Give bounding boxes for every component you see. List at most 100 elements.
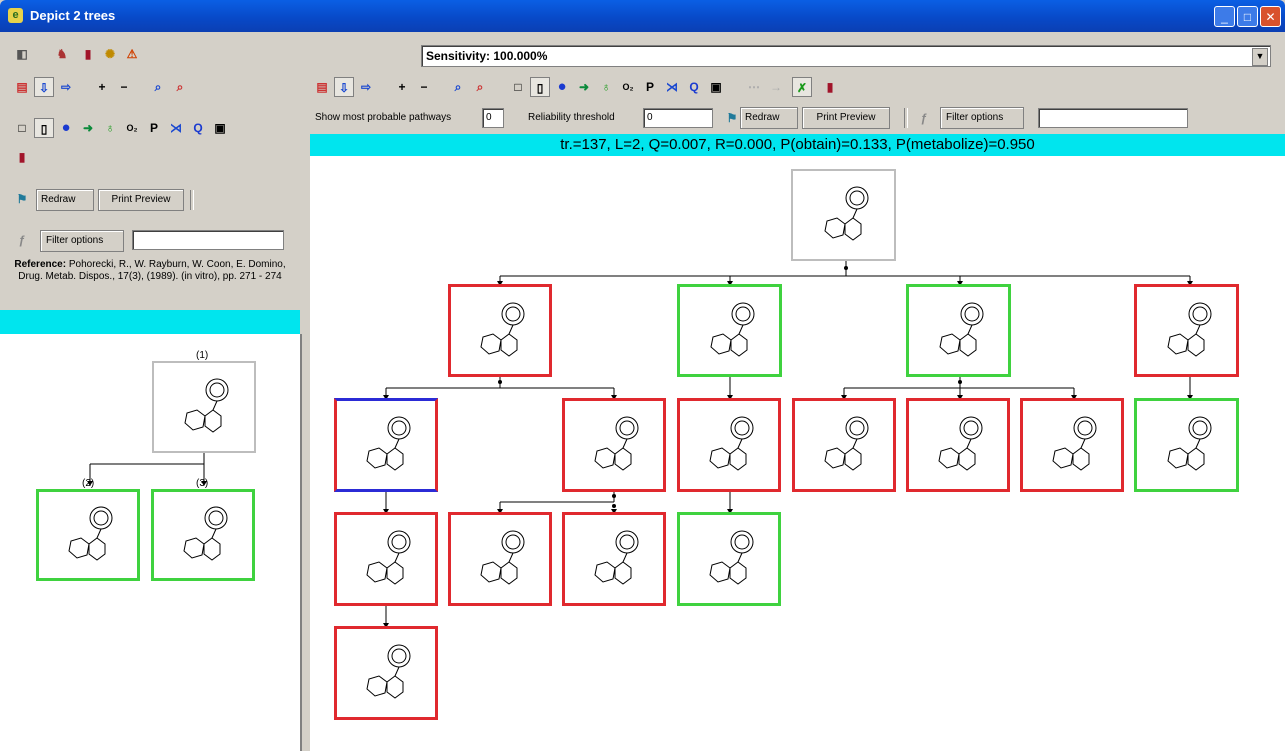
- arrow-icon[interactable]: ➜: [78, 118, 98, 138]
- metabolite-node[interactable]: [1134, 284, 1239, 377]
- show-pathways-input[interactable]: 0: [482, 108, 504, 128]
- figure-icon[interactable]: ✗: [792, 77, 812, 97]
- left-tree-canvas[interactable]: (1) (2) (3): [0, 334, 302, 751]
- left-status-bar: [0, 310, 300, 334]
- sun-icon[interactable]: ✺: [100, 44, 120, 64]
- arrow-down-icon[interactable]: ⇩: [334, 77, 354, 97]
- q-button[interactable]: Q: [684, 77, 704, 97]
- p-button[interactable]: P: [144, 118, 164, 138]
- chevron-down-icon[interactable]: ▼: [1252, 48, 1268, 66]
- filter-options-button[interactable]: Filter options: [940, 107, 1024, 129]
- metabolite-node[interactable]: [1134, 398, 1239, 492]
- split-icon[interactable]: ⋊: [166, 118, 186, 138]
- p-icon: P: [645, 80, 654, 94]
- square-icon[interactable]: □: [508, 77, 528, 97]
- zoom-plus-button[interactable]: +: [92, 77, 112, 97]
- parent-molecule-node[interactable]: [791, 169, 896, 261]
- disabled-icon[interactable]: ⋯: [744, 77, 764, 97]
- metabolite-node[interactable]: [151, 489, 255, 581]
- function-icon[interactable]: ƒ: [12, 230, 32, 250]
- print-preview-button[interactable]: Print Preview: [98, 189, 184, 211]
- molecule-structure: [1167, 302, 1211, 356]
- metabolite-node[interactable]: [1020, 398, 1124, 492]
- redraw-button[interactable]: Redraw: [740, 107, 798, 129]
- q-button[interactable]: Q: [188, 118, 208, 138]
- zoom-minus-button[interactable]: −: [114, 77, 134, 97]
- zoom-plus-button[interactable]: +: [392, 77, 412, 97]
- print-preview-button[interactable]: Print Preview: [802, 107, 890, 129]
- reference-text: Reference: Pohorecki, R., W. Rayburn, W.…: [6, 259, 294, 283]
- close-button[interactable]: ✕: [1260, 6, 1281, 27]
- molecule-structure: [938, 416, 983, 471]
- molecule-structure: [1052, 416, 1097, 471]
- divider: [190, 190, 194, 210]
- function-icon[interactable]: ƒ: [914, 108, 934, 128]
- split-icon[interactable]: ⋊: [662, 77, 682, 97]
- metabolite-node[interactable]: [792, 398, 896, 492]
- minimize-button[interactable]: _: [1214, 6, 1235, 27]
- book-icon[interactable]: ▮: [820, 77, 840, 97]
- warning-icon[interactable]: ⚠: [122, 44, 142, 64]
- p-button[interactable]: P: [640, 77, 660, 97]
- person-icon[interactable]: ♞: [52, 44, 72, 64]
- status-bar: tr.=137, L=2, Q=0.007, R=0.000, P(obtain…: [310, 134, 1285, 156]
- plus-icon: +: [98, 80, 106, 94]
- disabled-icon[interactable]: →: [766, 77, 786, 97]
- properties-icon[interactable]: ◧: [12, 44, 32, 64]
- molecule-structure: [366, 416, 411, 471]
- image-icon[interactable]: ▣: [210, 118, 230, 138]
- metabolite-node[interactable]: [562, 512, 666, 606]
- molecule-structure: [68, 506, 113, 561]
- arrow-right-icon[interactable]: ⇨: [56, 77, 76, 97]
- zoom-minus-button[interactable]: −: [414, 77, 434, 97]
- arrow-icon[interactable]: ➜: [574, 77, 594, 97]
- metabolite-node[interactable]: [677, 398, 781, 492]
- tree-view-icon[interactable]: ▤: [312, 77, 332, 97]
- metabolite-node[interactable]: [334, 626, 438, 720]
- filter-options-button[interactable]: Filter options: [40, 230, 124, 252]
- book-icon[interactable]: ▮: [78, 44, 98, 64]
- metabolite-node[interactable]: [906, 284, 1011, 377]
- document-icon[interactable]: ▯: [34, 118, 54, 138]
- molecule-icon[interactable]: O₂: [122, 118, 142, 138]
- zoom-fit-icon[interactable]: ⌕: [170, 77, 190, 97]
- metabolite-node[interactable]: [562, 398, 666, 492]
- circle-icon[interactable]: ●: [552, 77, 572, 97]
- zoom-fit-icon[interactable]: ⌕: [470, 77, 490, 97]
- arrow-right-icon[interactable]: ⇨: [356, 77, 376, 97]
- metabolite-node[interactable]: [677, 512, 781, 606]
- book-icon[interactable]: ▮: [12, 147, 32, 167]
- zoom-icon[interactable]: ⌕: [148, 77, 168, 97]
- filter-input[interactable]: [132, 230, 284, 250]
- document-icon[interactable]: ▯: [530, 77, 550, 97]
- right-tree-canvas[interactable]: [310, 156, 1285, 751]
- metabolite-node[interactable]: [36, 489, 140, 581]
- filter-input[interactable]: [1038, 108, 1188, 128]
- flask-icon[interactable]: ♁: [596, 77, 616, 97]
- metabolite-node[interactable]: [334, 512, 438, 606]
- arrow-down-icon[interactable]: ⇩: [34, 77, 54, 97]
- parent-molecule-node[interactable]: [152, 361, 256, 453]
- image-icon[interactable]: ▣: [706, 77, 726, 97]
- metabolite-node[interactable]: [677, 284, 782, 377]
- circle-icon[interactable]: ●: [56, 118, 76, 138]
- selected-metabolite-node[interactable]: [334, 398, 438, 492]
- molecule-structure: [480, 530, 525, 585]
- zoom-icon[interactable]: ⌕: [448, 77, 468, 97]
- molecule-structure: [1167, 416, 1211, 471]
- sensitivity-dropdown[interactable]: Sensitivity: 100.000% ▼: [421, 45, 1271, 67]
- flask-icon[interactable]: ♁: [100, 118, 120, 138]
- status-text: tr.=137, L=2, Q=0.007, R=0.000, P(obtain…: [560, 136, 1035, 153]
- molecule-icon[interactable]: O₂: [618, 77, 638, 97]
- metabolite-node[interactable]: [906, 398, 1010, 492]
- metabolite-node[interactable]: [448, 284, 552, 377]
- reliability-input[interactable]: 0: [643, 108, 713, 128]
- tree-view-icon[interactable]: ▤: [12, 77, 32, 97]
- metabolite-node[interactable]: [448, 512, 552, 606]
- redraw-icon: ⚑: [16, 192, 28, 206]
- square-icon[interactable]: □: [12, 118, 32, 138]
- reliability-label: Reliability threshold: [528, 112, 615, 123]
- molecule-structure: [183, 506, 228, 561]
- redraw-button[interactable]: Redraw: [36, 189, 94, 211]
- maximize-button[interactable]: □: [1237, 6, 1258, 27]
